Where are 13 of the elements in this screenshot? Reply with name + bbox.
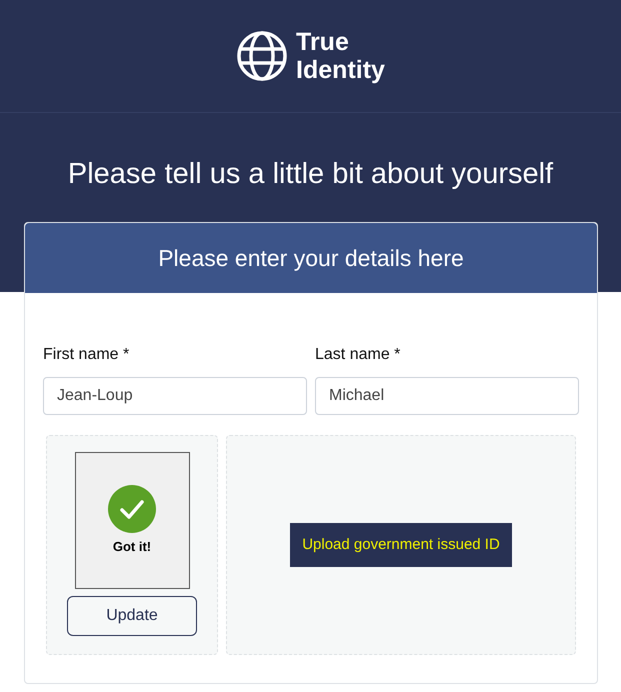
status-text: Got it! [112,538,152,556]
upload-button[interactable]: Upload government issued ID [290,523,512,567]
field-label: First name * [43,345,130,365]
field-label: Last name * [315,345,402,365]
check-circle-icon [108,484,156,533]
update-button[interactable]: Update [67,596,197,636]
logo-text: True [296,28,350,56]
card-title: Please enter your details here [158,244,464,273]
globe-icon [236,30,288,82]
logo-text: Identity [296,56,385,84]
input-field[interactable]: Jean-Loup [43,377,307,415]
page-heading: Please tell us a little bit about yourself [68,157,554,192]
input-field[interactable]: Michael [315,377,579,415]
